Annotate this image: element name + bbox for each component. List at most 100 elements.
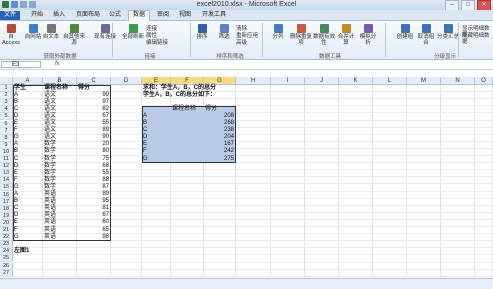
cell-F4[interactable]: 课程名称 — [172, 106, 196, 113]
row-header-9[interactable]: 9 — [0, 141, 13, 149]
cell-A22[interactable]: G — [14, 234, 19, 241]
row-header-5[interactable]: 5 — [0, 113, 13, 121]
row-header-19[interactable]: 19 — [0, 212, 13, 220]
cell-E6[interactable]: B — [143, 120, 147, 127]
column-header-L[interactable]: L — [373, 77, 407, 85]
cell-G10[interactable]: 242 — [205, 148, 234, 155]
cell-C8[interactable]: 90 — [78, 134, 109, 141]
tab-3[interactable]: 页面布局 — [74, 11, 102, 20]
cell-C20[interactable]: 60 — [78, 219, 109, 226]
cell-C5[interactable]: 67 — [78, 113, 109, 120]
cell-C19[interactable]: 67 — [78, 212, 109, 219]
row-header-4[interactable]: 4 — [0, 106, 13, 114]
cell-B2[interactable]: 语文 — [44, 92, 56, 99]
row-header-21[interactable]: 21 — [0, 227, 13, 235]
cell-E1[interactable]: 求和：学生A，B，C的总分 — [143, 85, 216, 92]
row-header-25[interactable]: 25 — [0, 255, 13, 263]
row-header-26[interactable]: 26 — [0, 262, 13, 270]
cell-C13[interactable]: 55 — [78, 170, 109, 177]
cell-A1[interactable]: 学生 — [14, 85, 26, 92]
cell-A6[interactable]: E — [14, 120, 18, 127]
row-header-14[interactable]: 14 — [0, 177, 13, 185]
column-header-N[interactable]: N — [441, 77, 475, 85]
ribbon-small-button-0[interactable]: 连接 — [146, 26, 157, 32]
cell-C14[interactable]: 88 — [78, 177, 109, 184]
cell-C21[interactable]: 65 — [78, 227, 109, 234]
row-header-18[interactable]: 18 — [0, 205, 13, 213]
row-header-23[interactable]: 23 — [0, 241, 13, 249]
row-header-6[interactable]: 6 — [0, 120, 13, 128]
cell-G11[interactable]: 275 — [205, 156, 234, 163]
row-header-7[interactable]: 7 — [0, 127, 13, 135]
cell-A15[interactable]: G — [14, 184, 19, 191]
ribbon-button-6[interactable]: 排序 — [194, 24, 210, 40]
cell-A18[interactable]: C — [14, 205, 18, 212]
cell-B10[interactable]: 数学 — [44, 148, 56, 155]
cell-A7[interactable]: F — [14, 127, 18, 134]
cell-B5[interactable]: 语文 — [44, 113, 56, 120]
tab-7[interactable]: 视图 — [176, 11, 194, 20]
cell-E5[interactable]: A — [143, 113, 147, 120]
cell-B4[interactable]: 语文 — [44, 106, 56, 113]
row-header-3[interactable]: 3 — [0, 99, 13, 107]
cell-C1[interactable]: 得分 — [78, 85, 90, 92]
cell-G7[interactable]: 238 — [205, 127, 234, 134]
cell-C3[interactable]: 97 — [78, 99, 109, 106]
cell-C18[interactable]: 81 — [78, 205, 109, 212]
cell-B20[interactable]: 英语 — [44, 219, 56, 226]
ribbon-button-9[interactable]: 删除重复项 — [290, 24, 312, 46]
name-box[interactable]: E3 — [1, 61, 41, 68]
cell-A8[interactable]: G — [14, 134, 19, 141]
row-header-8[interactable]: 8 — [0, 134, 13, 142]
cell-B15[interactable]: 数学 — [44, 184, 56, 191]
ribbon-small-button-4[interactable]: 重新应用 — [236, 33, 258, 39]
tab-1[interactable]: 开始 — [28, 11, 46, 20]
ribbon-button-2[interactable]: 自文本 — [42, 24, 60, 40]
cell-G4[interactable]: 得分 — [205, 106, 217, 113]
cell-C6[interactable]: 55 — [78, 120, 109, 127]
cell-C12[interactable]: 68 — [78, 163, 109, 170]
cell-E8[interactable]: D — [143, 134, 147, 141]
tab-4[interactable]: 公式 — [106, 11, 124, 20]
cell-A17[interactable]: B — [14, 198, 18, 205]
tab-2[interactable]: 插入 — [50, 11, 68, 20]
cell-A12[interactable]: D — [14, 163, 18, 170]
cell-C16[interactable]: 89 — [78, 191, 109, 198]
tab-5[interactable]: 数据 — [128, 10, 150, 21]
cell-A21[interactable]: F — [14, 227, 18, 234]
row-header-17[interactable]: 17 — [0, 198, 13, 206]
cell-G8[interactable]: 204 — [205, 134, 234, 141]
ribbon-button-10[interactable]: 数据有效性 — [313, 24, 335, 46]
row-header-1[interactable]: 1 — [0, 85, 13, 93]
column-header-D[interactable]: D — [111, 77, 142, 85]
cell-C17[interactable]: 95 — [78, 198, 109, 205]
ribbon-small-button-2[interactable]: 编辑链接 — [146, 40, 168, 46]
ribbon-button-13[interactable]: 创建组 — [396, 24, 414, 40]
cell-E11[interactable]: G — [143, 156, 148, 163]
cell-A20[interactable]: E — [14, 219, 18, 226]
ribbon-button-14[interactable]: 取消组合 — [416, 24, 436, 46]
cell-A19[interactable]: D — [14, 212, 18, 219]
row-header-12[interactable]: 12 — [0, 163, 13, 171]
cell-A13[interactable]: E — [14, 170, 18, 177]
ribbon-button-8[interactable]: 分列 — [270, 24, 286, 40]
column-header-H[interactable]: H — [236, 77, 271, 85]
row-header-10[interactable]: 10 — [0, 148, 13, 156]
ribbon-button-15[interactable]: 分类汇总 — [437, 24, 459, 40]
cell-A9[interactable]: A — [14, 141, 18, 148]
row-header-24[interactable]: 24 — [0, 248, 13, 256]
ribbon-button-1[interactable]: 自网站 — [24, 24, 42, 40]
row-header-20[interactable]: 20 — [0, 219, 13, 227]
ribbon-small-button-5[interactable]: 高级 — [236, 40, 247, 46]
cell-A24[interactable]: 左图1 — [14, 248, 29, 255]
cell-B13[interactable]: 数学 — [44, 170, 56, 177]
row-header-2[interactable]: 2 — [0, 92, 13, 100]
cell-C15[interactable]: 87 — [78, 184, 109, 191]
column-header-J[interactable]: J — [305, 77, 339, 85]
cell-A5[interactable]: D — [14, 113, 18, 120]
row-header-16[interactable]: 16 — [0, 191, 13, 199]
ribbon-button-5[interactable]: 全部刷新 — [122, 24, 144, 40]
row-header-22[interactable]: 22 — [0, 234, 13, 242]
cell-A4[interactable]: C — [14, 106, 18, 113]
cell-B11[interactable]: 数学 — [44, 156, 56, 163]
